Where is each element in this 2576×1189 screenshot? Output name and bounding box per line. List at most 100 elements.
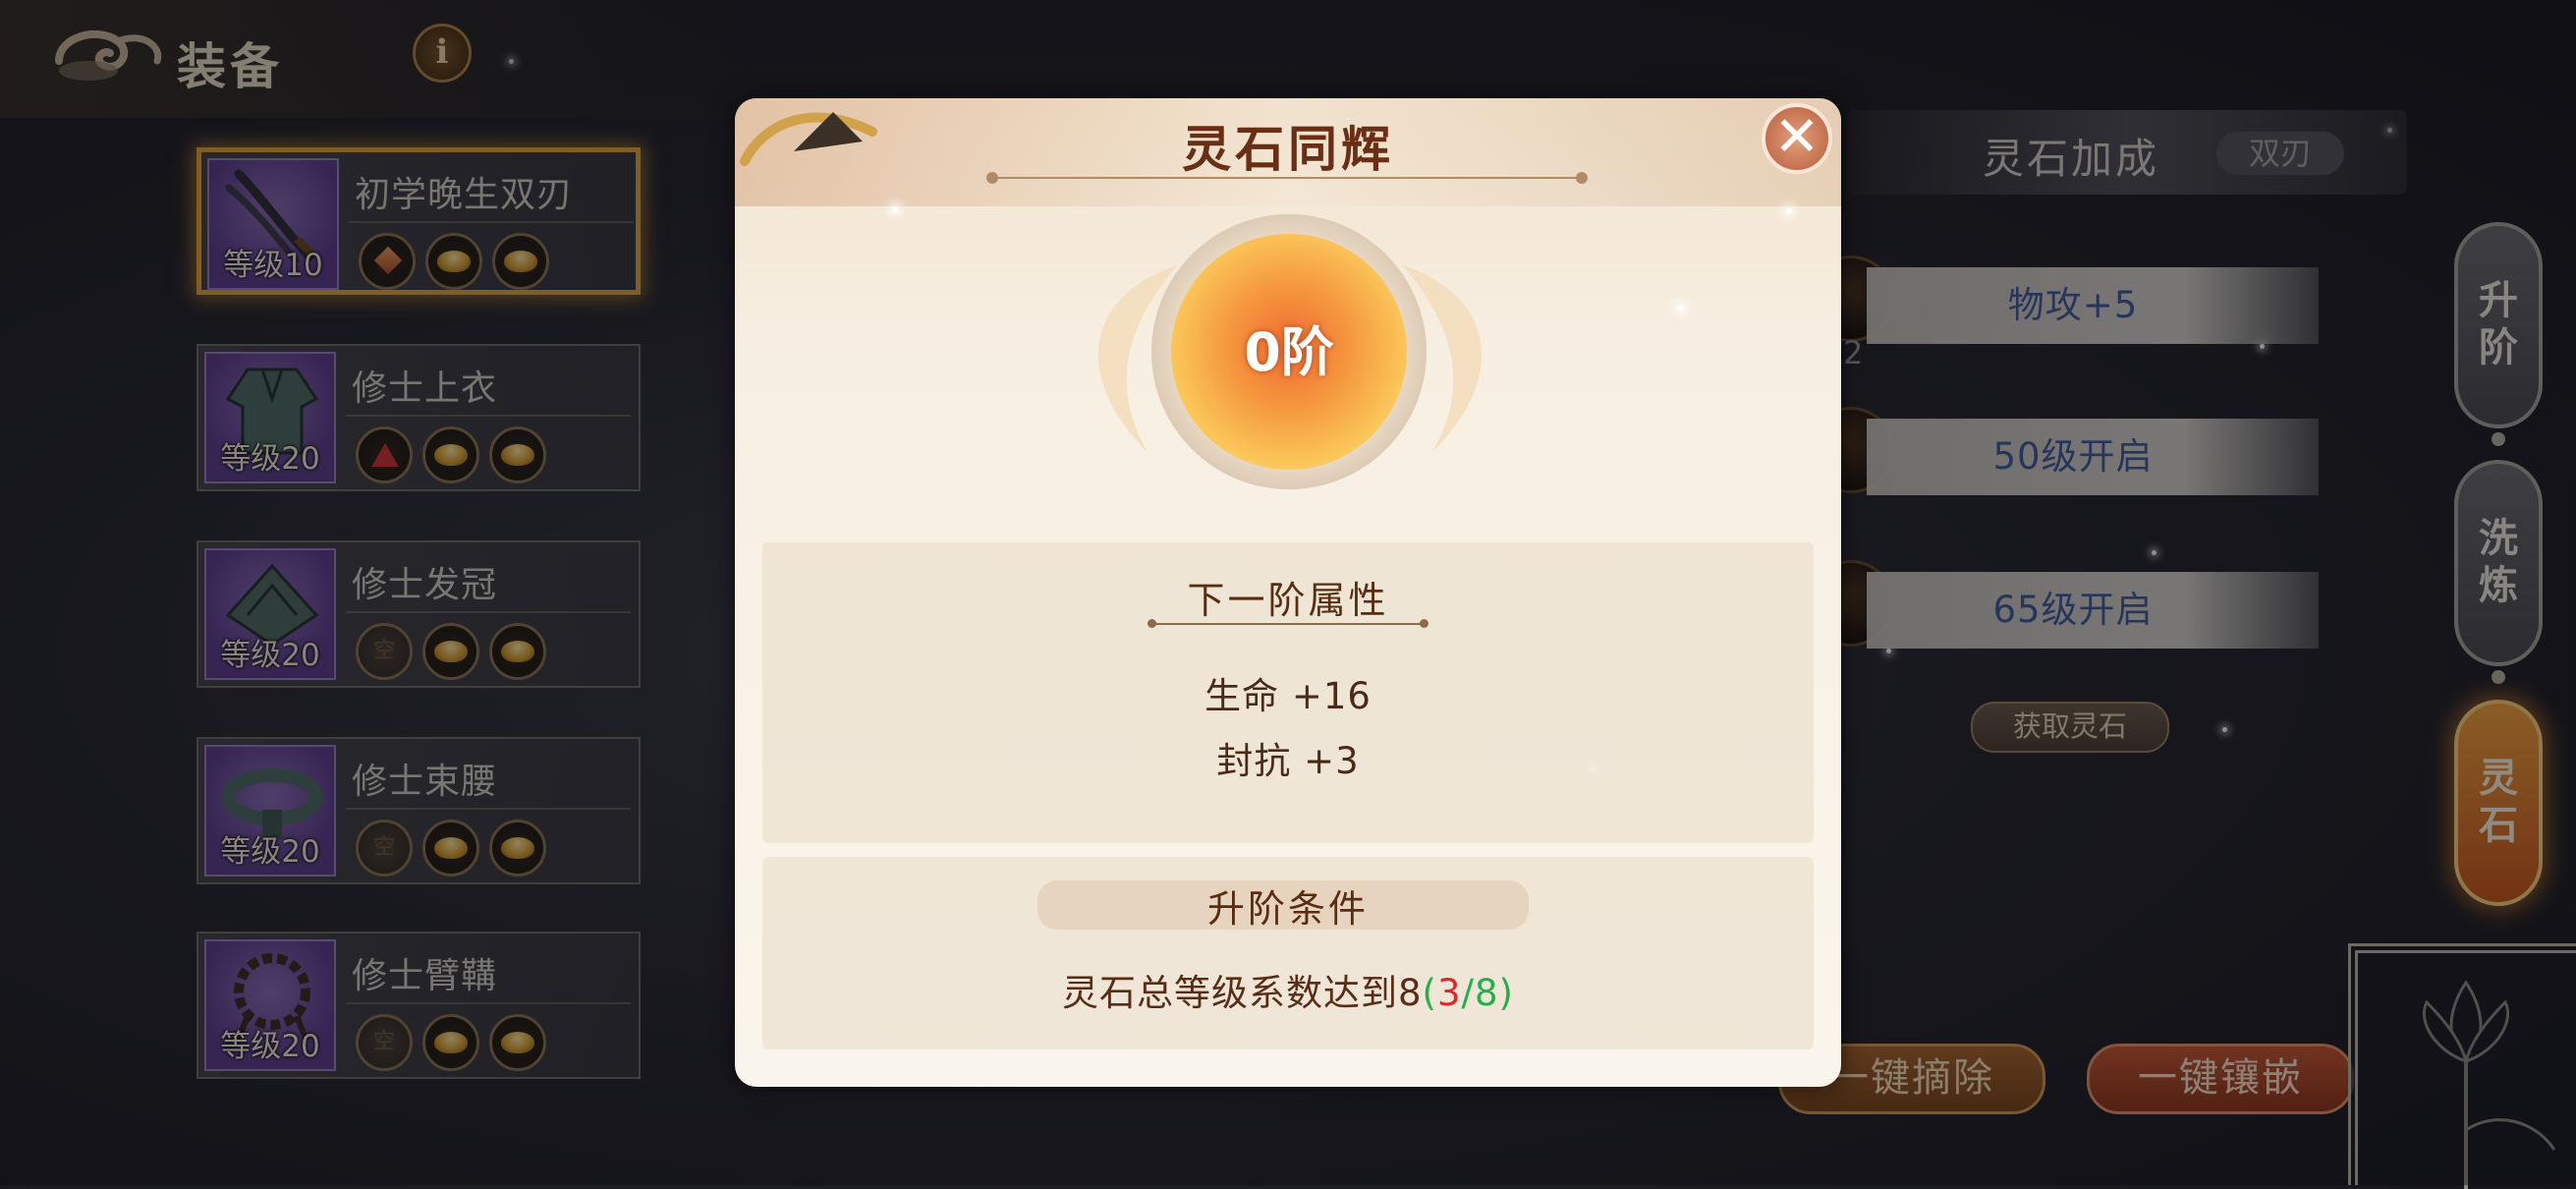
- gold-ingot-icon: [501, 444, 534, 466]
- equipment-level: 等级20: [220, 834, 320, 870]
- equipment-name: 修士臂鞲: [352, 956, 498, 996]
- gem-slot[interactable]: [422, 820, 479, 877]
- equipment-name: 修士上衣: [352, 368, 498, 409]
- gem-slot[interactable]: [489, 623, 546, 680]
- top-header: 装备 i: [0, 0, 747, 118]
- equipment-level: 等级20: [220, 638, 320, 673]
- empty-gem-slot[interactable]: 空: [356, 820, 413, 877]
- tab-label-char: 石: [2479, 803, 2518, 848]
- gem-slot[interactable]: [422, 426, 479, 483]
- gem-slot[interactable]: [356, 426, 413, 483]
- background-star: [2222, 727, 2227, 732]
- belt-icon: 等级20: [204, 745, 336, 877]
- stone-count: 2: [1843, 334, 1864, 371]
- diamond-gem-icon: [373, 246, 403, 275]
- cloud-swirl-icon: [55, 29, 162, 81]
- rank-value: 0阶: [1244, 321, 1334, 383]
- gem-slot[interactable]: [492, 233, 549, 290]
- hat-icon: 等级20: [204, 548, 336, 680]
- dialog-title: 灵石同辉: [1182, 121, 1394, 178]
- upgrade-condition: 灵石总等级系数达到8(3/8): [762, 963, 1814, 1016]
- bracer-icon: 等级20: [204, 939, 336, 1071]
- equipment-level: 等级20: [220, 441, 320, 477]
- equipment-name: 初学晚生双刃: [355, 175, 574, 215]
- progress-target: 8: [1475, 972, 1499, 1014]
- title-divider: [986, 172, 1588, 184]
- section-title: 升阶条件: [1206, 887, 1369, 931]
- gold-ingot-icon: [501, 837, 534, 859]
- empty-gem-slot[interactable]: 空: [356, 1014, 413, 1071]
- tab-refine[interactable]: 洗 炼: [2454, 460, 2543, 666]
- gem-slot[interactable]: [422, 1014, 479, 1071]
- tab-divider-dot: [2492, 432, 2505, 446]
- divider: [349, 221, 634, 223]
- rank-emblem: 0阶: [1151, 214, 1427, 489]
- progress-slash: /: [1461, 972, 1475, 1014]
- next-rank-attributes-section: 下一阶属性 生命 +16 封抗 +3: [762, 542, 1814, 843]
- empty-slot-label: 空: [372, 1030, 395, 1054]
- attribute-line: 封抗 +3: [1216, 740, 1360, 782]
- equipment-item[interactable]: 等级20 修士发冠 空: [196, 540, 641, 688]
- equipment-item[interactable]: 等级20 修士上衣: [196, 344, 641, 491]
- bonus-row: 物攻+5: [1867, 267, 2319, 344]
- upgrade-condition-section: 升阶条件 灵石总等级系数达到8(3/8): [762, 857, 1814, 1049]
- tab-divider-dot: [2492, 670, 2505, 684]
- gem-slot[interactable]: [489, 426, 546, 483]
- equipment-name: 修士发冠: [352, 565, 498, 605]
- bonus-text: 50级开启: [1992, 435, 2154, 478]
- get-spirit-stone-button[interactable]: 获取灵石: [1971, 702, 2169, 753]
- gem-slot[interactable]: [359, 233, 416, 290]
- spirit-stone-rank-dialog: 灵石同辉 ✕ 0阶 下一阶属性 生命 +16 封抗 +3 升阶条件 灵石总等级系…: [735, 98, 1841, 1087]
- section-title: 下一阶属性: [1187, 579, 1389, 622]
- gold-ingot-icon: [437, 251, 471, 272]
- divider: [346, 1002, 631, 1004]
- page-title: 装备: [177, 38, 283, 95]
- condition-text: 灵石总等级系数达到8: [1062, 972, 1423, 1014]
- gold-ingot-icon: [434, 444, 468, 466]
- progress-current: 3: [1436, 972, 1462, 1014]
- gem-slot[interactable]: [489, 1014, 546, 1071]
- sparkle: [1678, 305, 1684, 311]
- sparkle: [1786, 208, 1792, 214]
- section-divider: [1148, 619, 1428, 628]
- robe-icon: 等级20: [204, 352, 336, 483]
- gold-ingot-icon: [434, 641, 468, 662]
- gold-ingot-icon: [434, 837, 468, 859]
- dual-blade-icon: 等级10: [207, 158, 339, 290]
- background-star: [2260, 344, 2265, 349]
- bonus-title: 灵石加成: [1983, 135, 2160, 183]
- lotus-icon: [2422, 980, 2556, 1189]
- weapon-type-tag[interactable]: 双刃: [2216, 132, 2344, 175]
- tab-label-char: 升: [2479, 278, 2518, 323]
- equipment-item[interactable]: 等级10 初学晚生双刃: [196, 147, 641, 295]
- divider: [346, 415, 631, 417]
- equipment-item[interactable]: 等级20 修士束腰 空: [196, 737, 641, 884]
- gem-slot[interactable]: [489, 820, 546, 877]
- empty-slot-label: 空: [372, 639, 395, 663]
- divider: [346, 611, 631, 613]
- close-icon[interactable]: ✕: [1762, 103, 1832, 174]
- progress-open-paren: (: [1422, 972, 1437, 1014]
- background-star: [1886, 649, 1891, 653]
- equipment-name: 修士束腰: [352, 762, 498, 802]
- gem-slot[interactable]: [422, 623, 479, 680]
- bonus-row: 65级开启: [1867, 572, 2319, 649]
- sparkle: [892, 206, 898, 212]
- equipment-level: 等级10: [223, 248, 323, 283]
- progress-close-paren: ): [1498, 972, 1514, 1014]
- divider: [346, 808, 631, 810]
- tab-spirit-stone[interactable]: 灵 石: [2454, 700, 2543, 906]
- info-icon[interactable]: i: [413, 24, 472, 83]
- inlay-all-button[interactable]: 一键镶嵌: [2087, 1044, 2354, 1114]
- equipment-item[interactable]: 等级20 修士臂鞲 空: [196, 932, 641, 1079]
- bonus-text: 65级开启: [1992, 589, 2154, 631]
- empty-gem-slot[interactable]: 空: [356, 623, 413, 680]
- equipment-level: 等级20: [220, 1029, 320, 1064]
- tab-label-char: 炼: [2479, 563, 2518, 608]
- tab-upgrade[interactable]: 升 阶: [2454, 222, 2543, 428]
- gem-slot[interactable]: [425, 233, 482, 290]
- bonus-text: 物攻+5: [2007, 284, 2139, 326]
- attribute-line: 生命 +16: [1204, 675, 1372, 717]
- red-triangle-gem-icon: [371, 443, 399, 467]
- empty-slot-label: 空: [372, 835, 395, 860]
